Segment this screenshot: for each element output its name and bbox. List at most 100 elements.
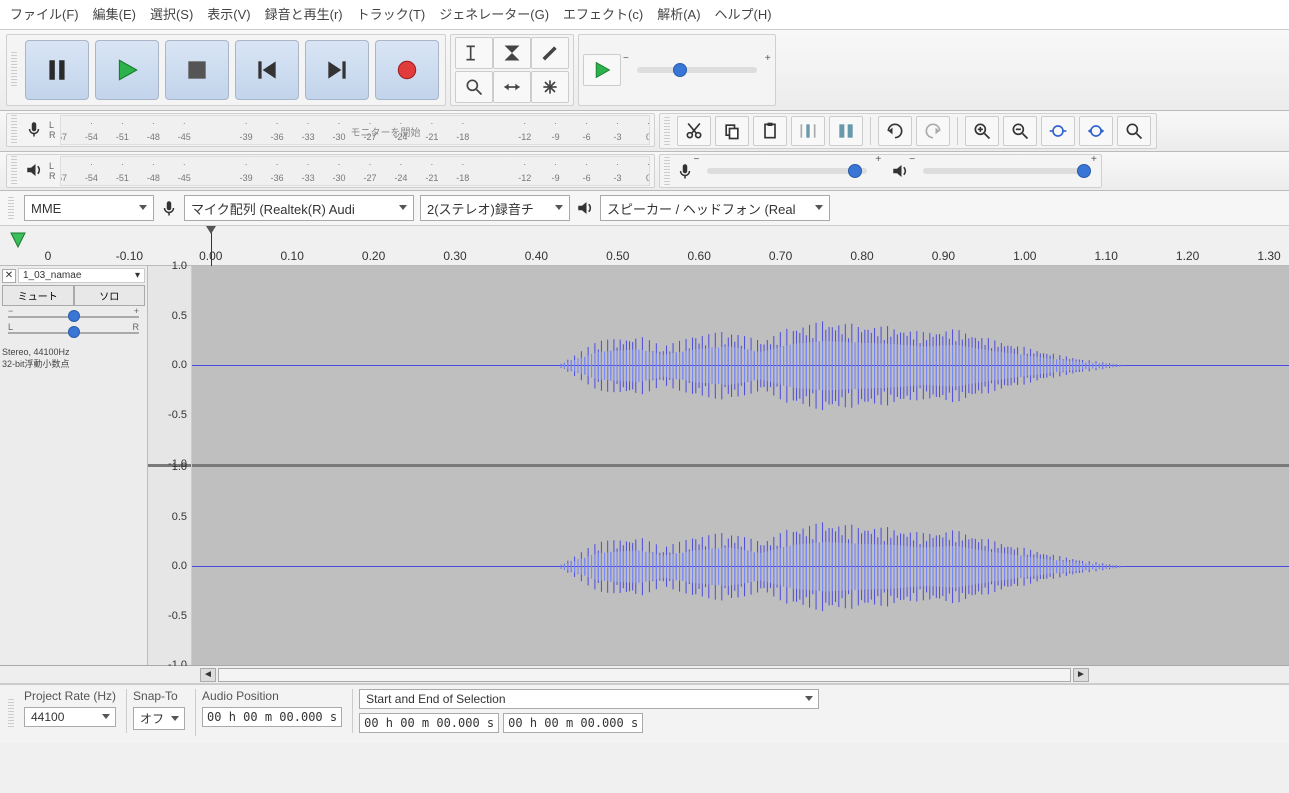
paste-icon[interactable] <box>753 116 787 146</box>
gripper-icon[interactable] <box>8 699 14 729</box>
waveform-left-channel[interactable] <box>192 266 1289 467</box>
zoom-tool-icon[interactable] <box>455 71 493 103</box>
fit-selection-icon[interactable] <box>1041 116 1075 146</box>
playback-volume-slider[interactable] <box>923 168 1083 174</box>
menu-file[interactable]: ファイル(F) <box>10 4 79 23</box>
menubar: ファイル(F) 編集(E) 選択(S) 表示(V) 録音と再生(r) トラック(… <box>0 0 1289 30</box>
playback-meter[interactable]: LR -57·-54·-51·-48·-45·-39·-36·-33·-30·-… <box>6 154 655 188</box>
scroll-right-icon[interactable]: ► <box>1073 668 1089 682</box>
recording-channels-combo[interactable]: 2(ステレオ)録音チ <box>420 195 570 221</box>
recording-meter[interactable]: LR モニターを開始 -57·-54·-51·-48·-45·-39·-36·-… <box>6 113 655 147</box>
track-format-label: Stereo, 44100Hz 32-bit浮動小数点 <box>2 346 145 370</box>
track-name-dropdown[interactable]: 1_03_namae▾ <box>18 268 145 283</box>
left-label: L <box>8 322 13 332</box>
play-button[interactable] <box>95 40 159 100</box>
scroll-left-icon[interactable]: ◄ <box>200 668 216 682</box>
meter-row: LR モニターを開始 -57·-54·-51·-48·-45·-39·-36·-… <box>0 111 1289 152</box>
menu-help[interactable]: ヘルプ(H) <box>715 4 772 23</box>
toolbars: − + <box>0 30 1289 111</box>
microphone-icon <box>160 199 178 217</box>
selection-mode-combo[interactable]: Start and End of Selection <box>359 689 819 709</box>
pause-button[interactable] <box>25 40 89 100</box>
menu-analyze[interactable]: 解析(A) <box>657 4 700 23</box>
undo-icon[interactable] <box>878 116 912 146</box>
selection-end-field[interactable]: 00 h 00 m 00.000 s <box>503 713 643 733</box>
play-at-speed-button[interactable] <box>583 54 621 86</box>
menu-effect[interactable]: エフェクト(c) <box>563 4 643 23</box>
selection-toolbar: Project Rate (Hz) 44100 Snap-To オフ Audio… <box>0 684 1289 743</box>
mixer-toolbar: − + − + <box>659 154 1102 188</box>
zoom-out-icon[interactable] <box>1003 116 1037 146</box>
playback-speed-slider[interactable] <box>637 67 757 73</box>
cut-icon[interactable] <box>677 116 711 146</box>
selection-start-field[interactable]: 00 h 00 m 00.000 s <box>359 713 499 733</box>
device-toolbar: MME マイク配列 (Realtek(R) Audi 2(ステレオ)録音チ スピ… <box>0 191 1289 226</box>
waveform-right-channel[interactable] <box>192 467 1289 665</box>
right-label: R <box>133 322 140 332</box>
menu-generate[interactable]: ジェネレーター(G) <box>439 4 549 23</box>
waveform-area[interactable] <box>192 266 1289 665</box>
audio-position-field[interactable]: 00 h 00 m 00.000 s <box>202 707 342 727</box>
separator-icon <box>957 117 958 145</box>
speaker-icon <box>23 161 45 182</box>
trim-icon[interactable] <box>791 116 825 146</box>
project-rate-combo[interactable]: 44100 <box>24 707 116 727</box>
mute-button[interactable]: ミュート <box>2 285 74 306</box>
chevron-down-icon: ▾ <box>135 270 140 281</box>
zoom-toggle-icon[interactable] <box>1117 116 1151 146</box>
solo-button[interactable]: ソロ <box>74 285 146 306</box>
minus-icon: − <box>694 154 700 165</box>
audio-host-combo[interactable]: MME <box>24 195 154 221</box>
gripper-icon[interactable] <box>664 117 670 145</box>
meter-row-2: LR -57·-54·-51·-48·-45·-39·-36·-33·-30·-… <box>0 152 1289 191</box>
plus-icon: + <box>134 306 139 316</box>
skip-end-button[interactable] <box>305 40 369 100</box>
horizontal-scrollbar[interactable]: ◄ ► <box>0 666 1289 684</box>
envelope-tool-icon[interactable] <box>493 37 531 69</box>
selection-tool-icon[interactable] <box>455 37 493 69</box>
record-button[interactable] <box>375 40 439 100</box>
project-rate-label: Project Rate (Hz) <box>24 689 116 703</box>
timeshift-tool-icon[interactable] <box>493 71 531 103</box>
fit-project-icon[interactable] <box>1079 116 1113 146</box>
plus-icon: + <box>765 53 771 64</box>
menu-edit[interactable]: 編集(E) <box>93 4 136 23</box>
snap-to-combo[interactable]: オフ <box>133 707 185 730</box>
speaker-icon <box>576 199 594 217</box>
multi-tool-icon[interactable] <box>531 71 569 103</box>
monitor-hint[interactable]: モニターを開始 <box>351 124 421 139</box>
pan-slider[interactable]: L R <box>8 328 139 338</box>
gripper-icon[interactable] <box>664 157 670 185</box>
menu-view[interactable]: 表示(V) <box>207 4 250 23</box>
gripper-icon[interactable] <box>11 115 17 145</box>
microphone-icon <box>23 120 45 141</box>
vertical-scale[interactable]: 1.00.50.0-0.5-1.0 1.00.50.0-0.5-1.0 <box>148 266 192 665</box>
draw-tool-icon[interactable] <box>531 37 569 69</box>
close-track-button[interactable]: ✕ <box>2 269 16 283</box>
gain-slider[interactable]: − + <box>8 312 139 322</box>
silence-icon[interactable] <box>829 116 863 146</box>
recording-volume-slider[interactable] <box>707 168 867 174</box>
transport-toolbar <box>6 34 446 106</box>
minus-icon: − <box>623 53 629 64</box>
skip-start-button[interactable] <box>235 40 299 100</box>
menu-select[interactable]: 選択(S) <box>150 4 193 23</box>
menu-transport[interactable]: 録音と再生(r) <box>265 4 343 23</box>
menu-tracks[interactable]: トラック(T) <box>357 4 426 23</box>
redo-icon[interactable] <box>916 116 950 146</box>
stop-button[interactable] <box>165 40 229 100</box>
minus-icon: − <box>8 306 13 316</box>
timeline[interactable]: 0-0.100.000.100.200.300.400.500.600.700.… <box>0 226 1289 266</box>
gripper-icon[interactable] <box>11 52 17 88</box>
copy-icon[interactable] <box>715 116 749 146</box>
separator-icon <box>870 117 871 145</box>
playback-device-combo[interactable]: スピーカー / ヘッドフォン (Real <box>600 195 830 221</box>
microphone-icon <box>676 162 694 180</box>
gripper-icon[interactable] <box>8 197 14 219</box>
recording-device-combo[interactable]: マイク配列 (Realtek(R) Audi <box>184 195 414 221</box>
track-area: ✕ 1_03_namae▾ ミュート ソロ − + L R Stereo, 44… <box>0 266 1289 666</box>
zoom-in-icon[interactable] <box>965 116 999 146</box>
pin-icon[interactable] <box>8 230 28 250</box>
minus-icon: − <box>909 154 915 165</box>
gripper-icon[interactable] <box>11 156 17 186</box>
